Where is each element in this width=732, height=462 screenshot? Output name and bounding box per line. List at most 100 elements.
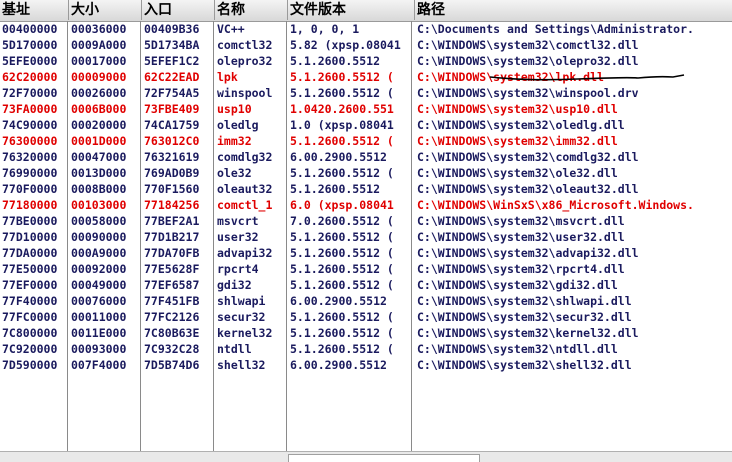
table-row[interactable]: 77D10000 00090000 77D1B217 user32 5.1.2600.5…: [0, 229, 732, 245]
cell-size: 000A9000: [71, 246, 127, 260]
cell-name: olepro32: [217, 54, 273, 68]
table-row[interactable]: 72F70000 00026000 72F754A5 winspool 5.1.2600…: [0, 85, 732, 101]
cell-name: comctl_1: [217, 198, 273, 212]
cell-version: 5.1.2600.5512 (: [290, 166, 394, 180]
cell-size: 00049000: [71, 278, 127, 292]
table-row[interactable]: 76320000 00047000 76321619 comdlg32 6.00.290…: [0, 149, 732, 165]
cell-size: 0008B000: [71, 182, 127, 196]
column-header-size[interactable]: 大小: [69, 0, 142, 20]
cell-name: usp10: [217, 102, 252, 116]
table-row[interactable]: 74C90000 00020000 74CA1759 oledlg 1.0 (xpsp.…: [0, 117, 732, 133]
cell-version: 1, 0, 0, 1: [290, 22, 360, 36]
table-row[interactable]: 7C920000 00093000 7C932C28 ntdll 5.1.2600.55…: [0, 341, 732, 357]
column-header-entry[interactable]: 入口: [142, 0, 215, 20]
cell-entry: 77FC2126: [144, 310, 200, 324]
cell-name: oledlg: [217, 118, 259, 132]
cell-base: 62C20000: [2, 70, 58, 84]
cell-size: 0011E000: [71, 326, 127, 340]
table-row[interactable]: 76300000 0001D000 763012C0 imm32 5.1.2600.55…: [0, 133, 732, 149]
cell-size: 00093000: [71, 342, 127, 356]
table-row[interactable]: 77BE0000 00058000 77BEF2A1 msvcrt 7.0.2600.5…: [0, 213, 732, 229]
table-row[interactable]: 77DA0000 000A9000 77DA70FB advapi32 5.1.2600…: [0, 245, 732, 261]
cell-base: 00400000: [2, 22, 58, 36]
cell-entry: 770F1560: [144, 182, 200, 196]
cell-size: 00090000: [71, 230, 127, 244]
cell-name: user32: [217, 230, 259, 244]
column-header-path[interactable]: 路径: [415, 0, 732, 20]
cell-path: C:\WINDOWS\system32\shlwapi.dll: [417, 294, 632, 308]
cell-entry: 73FBE409: [144, 102, 200, 116]
cell-name: gdi32: [217, 278, 252, 292]
table-row[interactable]: 77F40000 00076000 77F451FB shlwapi 6.00.2900…: [0, 293, 732, 309]
cell-entry: 62C22EAD: [144, 70, 200, 84]
table-row[interactable]: 77EF0000 00049000 77EF6587 gdi32 5.1.2600.55…: [0, 277, 732, 293]
cell-name: kernel32: [217, 326, 273, 340]
cell-name: VC++: [217, 22, 245, 36]
cell-size: 00009000: [71, 70, 127, 84]
column-header-base[interactable]: 基址: [0, 0, 69, 20]
cell-path: C:\WINDOWS\system32\rpcrt4.dll: [417, 262, 625, 276]
table-row[interactable]: 77E50000 00092000 77E5628F rpcrt4 5.1.2600.5…: [0, 261, 732, 277]
cell-version: 5.1.2600.5512 (: [290, 134, 394, 148]
cell-size: 00036000: [71, 22, 127, 36]
table-row[interactable]: 77180000 00103000 77184256 comctl_1 6.0 (xps…: [0, 197, 732, 213]
cell-base: 77FC0000: [2, 310, 58, 324]
cell-size: 0001D000: [71, 134, 127, 148]
table-row[interactable]: 77FC0000 00011000 77FC2126 secur32 5.1.2600.…: [0, 309, 732, 325]
cell-base: 76300000: [2, 134, 58, 148]
cell-entry: 7D5B74D6: [144, 358, 200, 372]
cell-path: C:\WINDOWS\system32\secur32.dll: [417, 310, 632, 324]
table-row[interactable]: 770F0000 0008B000 770F1560 oleaut32 5.1.2600…: [0, 181, 732, 197]
cell-size: 00020000: [71, 118, 127, 132]
cell-base: 77180000: [2, 198, 58, 212]
cell-entry: 00409B36: [144, 22, 200, 36]
table-row[interactable]: 00400000 00036000 00409B36 VC++ 1, 0, 0, 1 C:…: [0, 21, 732, 37]
cell-size: 00076000: [71, 294, 127, 308]
cell-path: C:\WINDOWS\system32\msvcrt.dll: [417, 214, 625, 228]
cell-base: 77D10000: [2, 230, 58, 244]
cell-path: C:\WINDOWS\system32\imm32.dll: [417, 134, 618, 148]
cell-size: 00017000: [71, 54, 127, 68]
cell-entry: 769AD0B9: [144, 166, 200, 180]
cell-path: C:\WINDOWS\system32\ole32.dll: [417, 166, 618, 180]
cell-version: 6.0 (xpsp.08041: [290, 198, 394, 212]
cell-version: 7.0.2600.5512 (: [290, 214, 394, 228]
cell-version: 1.0420.2600.551: [290, 102, 394, 116]
cell-name: shell32: [217, 358, 266, 372]
cell-version: 5.1.2600.5512 (: [290, 262, 394, 276]
cell-path: C:\WINDOWS\WinSxS\x86_Microsoft.Windows.: [417, 198, 694, 212]
cell-path: C:\WINDOWS\system32\comdlg32.dll: [417, 150, 639, 164]
cell-path: C:\WINDOWS\system32\shell32.dll: [417, 358, 632, 372]
cell-name: winspool: [217, 86, 273, 100]
table-row[interactable]: 5D170000 0009A000 5D1734BA comctl32 5.82 (xp…: [0, 37, 732, 53]
column-header-bar: 基址 大小 入口 名称 文件版本 路径: [0, 0, 732, 22]
table-row[interactable]: 5EFE0000 00017000 5EFEF1C2 olepro32 5.1.2600…: [0, 53, 732, 69]
column-header-version[interactable]: 文件版本: [288, 0, 415, 20]
table-row[interactable]: 76990000 0013D000 769AD0B9 ole32 5.1.2600.55…: [0, 165, 732, 181]
cell-entry: 7C80B63E: [144, 326, 200, 340]
cell-base: 7C920000: [2, 342, 58, 356]
cell-entry: 5EFEF1C2: [144, 54, 200, 68]
cell-base: 76320000: [2, 150, 58, 164]
cell-path: C:\Documents and Settings\Administrator.: [417, 22, 694, 36]
cell-name: imm32: [217, 134, 252, 148]
cell-size: 00103000: [71, 198, 127, 212]
table-row[interactable]: 7C800000 0011E000 7C80B63E kernel32 5.1.2600…: [0, 325, 732, 341]
table-row[interactable]: 7D590000 007F4000 7D5B74D6 shell32 6.00.2900…: [0, 357, 732, 373]
scribble-underline: [489, 74, 685, 81]
cell-path: C:\WINDOWS\system32\oledlg.dll: [417, 118, 625, 132]
cell-version: 6.00.2900.5512: [290, 150, 387, 164]
cell-name: ole32: [217, 166, 252, 180]
cell-base: 77E50000: [2, 262, 58, 276]
cell-version: 5.1.2600.5512 (: [290, 310, 394, 324]
cell-size: 0006B000: [71, 102, 127, 116]
column-header-name[interactable]: 名称: [215, 0, 288, 20]
cell-base: 74C90000: [2, 118, 58, 132]
cell-version: 5.1.2600.5512: [290, 54, 381, 68]
cell-path: C:\WINDOWS\system32\oleaut32.dll: [417, 182, 639, 196]
cell-entry: 72F754A5: [144, 86, 200, 100]
cell-name: comdlg32: [217, 150, 273, 164]
cell-path: C:\WINDOWS\system32\usp10.dll: [417, 102, 618, 116]
cell-path: C:\WINDOWS\system32\olepro32.dll: [417, 54, 639, 68]
table-row[interactable]: 73FA0000 0006B000 73FBE409 usp10 1.0420.2600…: [0, 101, 732, 117]
